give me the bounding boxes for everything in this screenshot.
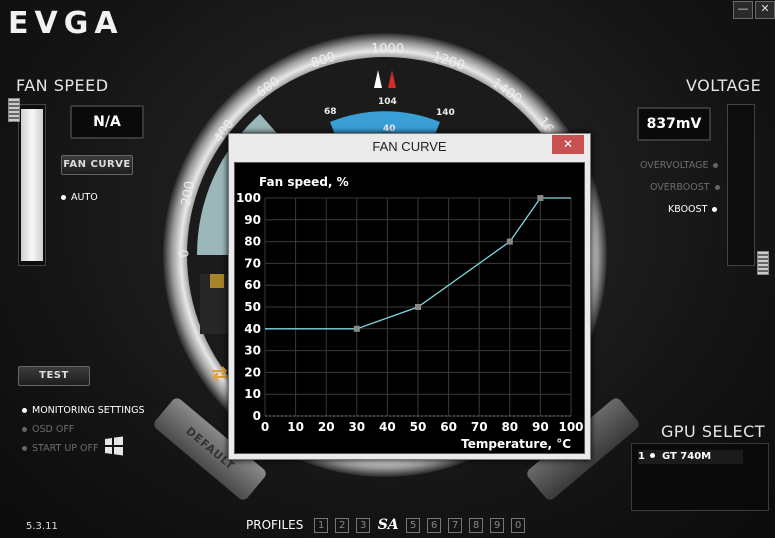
fan-speed-readout: N/A [70,105,144,139]
x-tick-label: 50 [410,420,427,434]
profile-1-button[interactable]: 1 [314,518,329,533]
kboost-option[interactable]: KBOOST [668,204,718,215]
x-tick-label: 10 [287,420,304,434]
curve-point[interactable] [506,238,513,245]
x-axis-label: Temperature, °C [461,437,571,451]
version-label: 5.3.11 [26,521,58,532]
voltage-readout: 837mV [637,107,711,141]
profile-3-button[interactable]: 3 [356,518,371,533]
fan-speed-slider[interactable] [18,104,46,266]
gauge-tick-zero: 0 [177,249,193,258]
y-tick-label: 80 [244,235,261,249]
gauge-inner-tick-104: 104 [378,97,397,107]
kboost-label: KBOOST [668,204,708,215]
fan-curve-dialog-title: FAN CURVE [372,139,447,154]
gpu-index: 1 [638,451,645,462]
profile-0-button[interactable]: 0 [511,518,526,533]
auto-option[interactable]: AUTO [61,192,98,203]
swap-arrows-icon [212,366,228,382]
x-tick-label: 40 [379,420,396,434]
overvoltage-option[interactable]: OVERVOLTAGE [640,160,719,171]
fan-slider-grip[interactable] [8,98,20,122]
kboost-radio-icon [712,206,718,212]
gpu-selected-icon [650,453,656,458]
x-tick-label: 0 [261,420,269,434]
fan-curve-chart[interactable]: 0 10 20 30 40 50 60 70 80 90 100 0 10 20 30 40 50 60 70 80 9… [235,163,584,453]
gauge-tick-1000: 1000 [371,42,405,57]
profile-7-button[interactable]: 7 [448,518,463,533]
startup-label: START UP OFF [32,443,99,454]
fan-curve-dialog: FAN CURVE ✕ 0 10 20 30 40 50 60 70 80 90 100 0 10 20 3… [228,133,591,460]
evga-logo: EVGA [8,6,124,41]
startup-radio-icon [22,445,27,451]
y-tick-label: 30 [244,344,261,358]
profile-5-button[interactable]: 5 [406,518,421,533]
osd-radio-icon [22,426,27,432]
osd-label: OSD OFF [32,424,75,435]
voltage-title: VOLTAGE [686,76,762,95]
test-button[interactable]: TEST [18,366,90,386]
profiles-bar: PROFILES 1 2 3 SA 5 6 7 8 9 0 [246,518,526,533]
profile-sa-button[interactable]: SA [377,518,399,532]
y-tick-label: 0 [253,409,261,423]
precision-x-window: EVGA — ✕ FAN SPEED N/A FAN CURVE AUTO TE… [0,0,775,538]
monitoring-settings-option[interactable]: MONITORING SETTINGS [22,405,145,416]
gpu-list-item[interactable]: 1 GT 740M [638,450,743,464]
y-tick-label: 90 [244,213,261,227]
y-tick-label: 10 [244,387,261,401]
gpu-name: GT 740M [661,451,712,462]
overboost-radio-icon [714,184,720,190]
gpu-select-title: GPU SELECT [661,422,766,441]
minimize-button[interactable]: — [733,1,753,19]
auto-radio-icon [61,194,66,200]
fan-curve-plot[interactable]: 0 10 20 30 40 50 60 70 80 90 100 0 10 20 30 40 50 60 70 80 9… [234,162,585,454]
x-tick-label: 70 [471,420,488,434]
profile-9-button[interactable]: 9 [490,518,505,533]
overvoltage-label: OVERVOLTAGE [640,160,709,171]
overboost-label: OVERBOOST [650,182,710,193]
gpu-select-panel: 1 GT 740M [631,443,769,511]
window-close-button[interactable]: ✕ [755,1,775,19]
fan-curve-close-button[interactable]: ✕ [552,135,584,154]
x-tick-label: 30 [348,420,365,434]
fan-speed-title: FAN SPEED [16,76,109,95]
y-tick-label: 20 [244,365,261,379]
x-tick-label: 80 [501,420,518,434]
monitoring-radio-icon [22,407,27,413]
windows-icon [105,436,123,456]
profile-8-button[interactable]: 8 [469,518,484,533]
gauge-inner-tick-68: 68 [324,107,337,117]
x-tick-label: 60 [440,420,457,434]
curve-point[interactable] [537,195,544,201]
y-tick-label: 100 [236,191,261,205]
osd-option[interactable]: OSD OFF [22,424,74,435]
x-tick-label: 20 [318,420,335,434]
profile-2-button[interactable]: 2 [335,518,350,533]
curve-point[interactable] [353,325,360,332]
y-tick-label: 40 [244,322,261,336]
overvoltage-radio-icon [713,162,719,168]
profiles-label: PROFILES [246,518,304,532]
startup-option[interactable]: START UP OFF [22,443,98,454]
voltage-slider[interactable] [727,104,755,266]
y-tick-label: 50 [244,300,261,314]
y-axis-label: Fan speed, % [259,175,349,189]
monitoring-label: MONITORING SETTINGS [32,405,145,416]
fan-curve-button[interactable]: FAN CURVE [61,155,133,175]
gauge-inner-tick-140: 140 [436,108,455,118]
auto-label: AUTO [71,192,98,203]
profile-6-button[interactable]: 6 [427,518,442,533]
y-tick-label: 70 [244,256,261,270]
fan-speed-slider-fill [21,109,43,261]
y-tick-label: 60 [244,278,261,292]
overboost-option[interactable]: OVERBOOST [650,182,720,193]
x-tick-label: 100 [558,420,583,434]
voltage-slider-grip[interactable] [757,251,769,275]
curve-point[interactable] [415,304,421,310]
x-tick-label: 90 [532,420,549,434]
